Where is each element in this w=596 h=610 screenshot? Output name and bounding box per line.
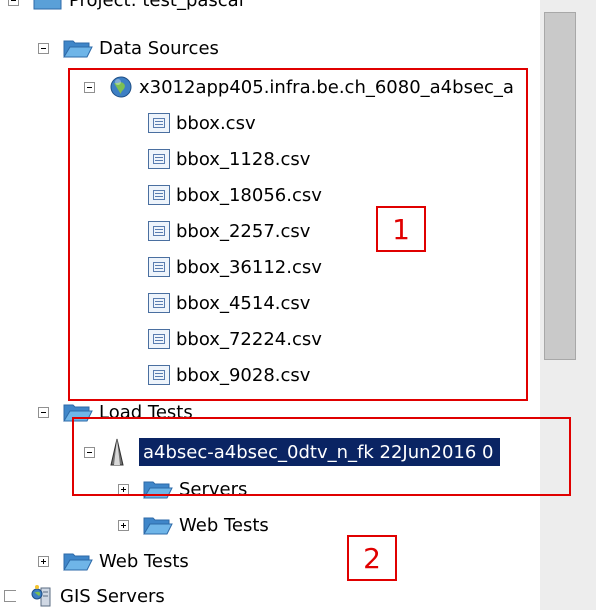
expand-toggle-icon[interactable] — [38, 555, 49, 567]
folder-open-icon — [143, 517, 173, 535]
vertical-scrollbar[interactable] — [540, 0, 596, 610]
scrollbar-thumb[interactable] — [544, 12, 576, 360]
tree-connector-icon — [4, 590, 16, 602]
project-icon — [33, 0, 62, 10]
collapse-toggle-icon[interactable] — [38, 42, 49, 54]
collapse-toggle-icon[interactable] — [38, 406, 49, 418]
tree-item-label: GIS Servers — [60, 585, 165, 607]
tree-item-data-sources[interactable]: Data Sources — [38, 33, 219, 63]
tree-item-web-tests-child[interactable]: Web Tests — [118, 510, 269, 540]
annotation-box-2 — [72, 417, 571, 496]
project-row-clip: Project: test_pascal — [0, 0, 540, 12]
project-label: Project: test_pascal — [69, 0, 244, 11]
expand-toggle-icon[interactable] — [118, 519, 129, 531]
annotation-box-1 — [68, 68, 528, 401]
tree-item-label: Web Tests — [99, 550, 189, 572]
tree-item-gis-servers[interactable]: GIS Servers — [4, 581, 165, 610]
tree-item-label: Web Tests — [179, 514, 269, 536]
project-row[interactable]: Project: test_pascal — [8, 0, 244, 12]
annotation-number-1: 1 — [376, 206, 426, 252]
tree-item-label: Data Sources — [99, 37, 219, 59]
collapse-toggle-icon[interactable] — [8, 0, 19, 6]
tree-item-web-tests[interactable]: Web Tests — [38, 546, 189, 576]
annotation-number-2: 2 — [347, 535, 397, 581]
gis-server-icon — [31, 585, 51, 607]
folder-open-icon — [63, 40, 93, 58]
folder-open-icon — [63, 553, 93, 571]
